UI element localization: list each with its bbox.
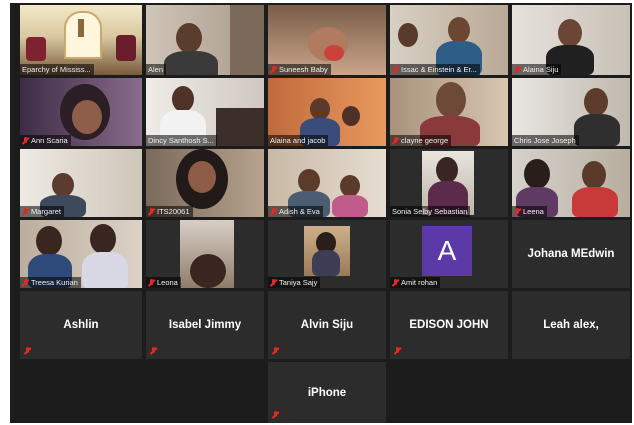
name-label: Amit rohan: [390, 277, 441, 288]
name-label: Taniya Sajy: [268, 277, 321, 288]
mute-icon: [514, 207, 521, 216]
name-label: clayne george: [390, 135, 452, 146]
mute-icon: [148, 207, 155, 216]
mute-icon: [272, 347, 279, 355]
mute-icon: [22, 136, 29, 145]
avatar: A: [422, 226, 472, 276]
name-label: Eparchy of Mississ...: [20, 64, 94, 75]
mute-icon: [392, 278, 399, 287]
participant-name: Isabel Jimmy: [168, 319, 242, 331]
mute-icon: [392, 136, 399, 145]
participant-tile-edison-john[interactable]: EDISON JOHN: [390, 291, 508, 359]
participant-tile-eparchy[interactable]: Eparchy of Mississ...: [20, 5, 142, 75]
name-label: Alen: [146, 64, 167, 75]
participant-tile-leona[interactable]: Leona: [146, 220, 264, 288]
participant-name: Ashlin: [63, 319, 99, 331]
participant-tile-leah-alex[interactable]: Leah alex,: [512, 291, 630, 359]
name-label: Dincy Santhosh S...: [146, 135, 217, 146]
name-label: Adish & Eva: [268, 206, 323, 217]
name-label: Chris Jose Joseph: [512, 135, 579, 146]
participant-tile-its20061[interactable]: ITS20061: [146, 149, 264, 217]
name-label: Suneesh Baby: [268, 64, 331, 75]
participant-tile-ann-scaria[interactable]: Ann Scaria: [20, 78, 142, 146]
participant-tile-leena[interactable]: Leena: [512, 149, 630, 217]
participant-tile-alen[interactable]: Alen: [146, 5, 264, 75]
mute-icon: [24, 347, 31, 355]
name-label: Issac & Einstein & Er...: [390, 64, 480, 75]
name-label: Margaret: [20, 206, 65, 217]
participant-tile-suneesh-baby[interactable]: Suneesh Baby: [268, 5, 386, 75]
video-feed: [180, 220, 234, 288]
mute-icon: [270, 207, 277, 216]
participant-tile-amit-rohan[interactable]: A Amit rohan: [390, 220, 508, 288]
participant-tile-taniya-sajy[interactable]: Taniya Sajy: [268, 220, 386, 288]
participant-tile-johana-medwin[interactable]: Johana MEdwin: [512, 220, 630, 288]
mute-icon: [392, 65, 399, 74]
name-label: Leena: [512, 206, 547, 217]
mute-icon: [270, 65, 277, 74]
participant-name: Alvin Siju: [300, 319, 354, 331]
participant-tile-issac[interactable]: Issac & Einstein & Er...: [390, 5, 508, 75]
participant-tile-clayne-george[interactable]: clayne george: [390, 78, 508, 146]
profile-photo: [304, 226, 350, 276]
participant-name: EDISON JOHN: [409, 319, 489, 331]
mute-icon: [22, 207, 29, 216]
participant-tile-ashlin[interactable]: Ashlin: [20, 291, 142, 359]
participant-tile-iphone[interactable]: iPhone: [268, 362, 386, 423]
participant-name: Johana MEdwin: [527, 248, 615, 260]
zoom-gallery-view: Eparchy of Mississ... Alen Suneesh Baby …: [10, 3, 632, 423]
participant-tile-treesa-kurian[interactable]: Treesa Kurian: [20, 220, 142, 288]
mute-icon: [394, 347, 401, 355]
participant-tile-adish-eva[interactable]: Adish & Eva: [268, 149, 386, 217]
name-label: Alaina and jacob: [268, 135, 329, 146]
name-label: ITS20061: [146, 206, 193, 217]
participant-tile-sonia[interactable]: Sonia Selby Sebastian: [390, 149, 508, 217]
mute-icon: [270, 278, 277, 287]
mute-icon: [22, 278, 29, 287]
name-label: Leona: [146, 277, 181, 288]
name-label: Alaina Siju: [512, 64, 562, 75]
participant-tile-isabel-jimmy[interactable]: Isabel Jimmy: [146, 291, 264, 359]
name-label: Treesa Kurian: [20, 277, 81, 288]
participant-name: iPhone: [307, 386, 347, 399]
participant-tile-alaina-and-jacob[interactable]: Alaina and jacob: [268, 78, 386, 146]
mute-icon: [148, 278, 155, 287]
participant-tile-alaina-siju[interactable]: Alaina Siju: [512, 5, 630, 75]
participant-tile-margaret[interactable]: Margaret: [20, 149, 142, 217]
mute-icon: [514, 65, 521, 74]
mute-icon: [150, 347, 157, 355]
participant-name: Leah alex,: [543, 319, 599, 331]
name-label: Ann Scaria: [20, 135, 71, 146]
participant-tile-chris-jose[interactable]: Chris Jose Joseph: [512, 78, 630, 146]
participant-tile-alvin-siju[interactable]: Alvin Siju: [268, 291, 386, 359]
participant-tile-dincy[interactable]: Dincy Santhosh S...: [146, 78, 264, 146]
name-label: Sonia Selby Sebastian: [390, 206, 471, 217]
mute-icon: [272, 411, 279, 419]
